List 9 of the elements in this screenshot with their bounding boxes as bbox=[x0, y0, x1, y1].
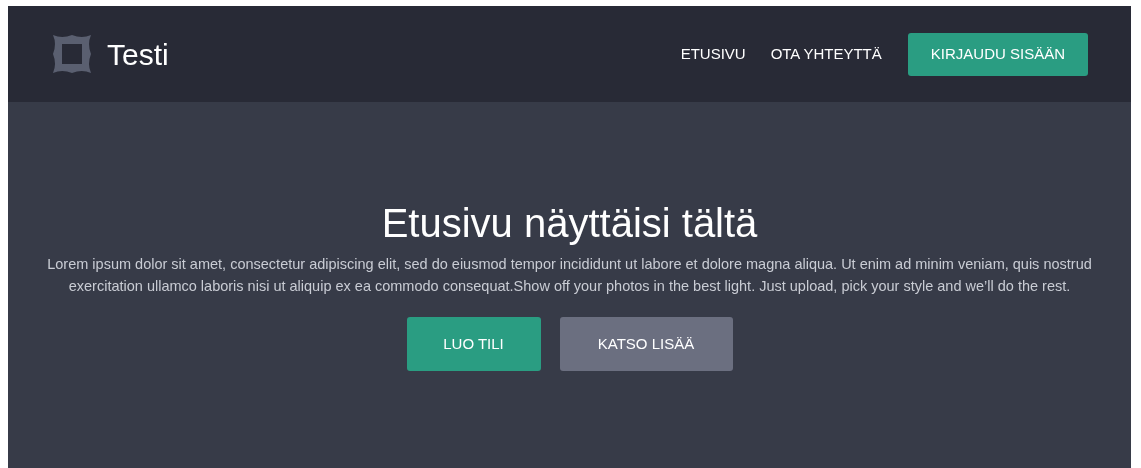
logo-text: Testi bbox=[107, 36, 169, 73]
nav-link[interactable]: OTA YHTEYTTÄ bbox=[770, 42, 882, 66]
login-button[interactable]: KIRJAUDU SISÄÄN bbox=[907, 32, 1088, 76]
hero-title: Etusivu näyttäisi tältä bbox=[381, 200, 758, 247]
frame-icon bbox=[51, 33, 93, 75]
read-more-button[interactable]: KATSO LISÄÄ bbox=[559, 317, 733, 371]
create-account-button[interactable]: LUO TILI bbox=[406, 317, 541, 371]
hero-text: Lorem ipsum dolor sit amet, consectetur adipiscing elit, sed do eiusmod tempor incididunt ut labore et dolore magna aliqua. Ut enim ad minim veniam, quis nostrud exercitation ullamco laboris nisi ut aliquip ex ea commodo consequat.Show off your photos in the best light. Just upload, pick your style and we’ll do the rest. bbox=[46, 255, 1093, 296]
nav-link[interactable]: ETUSIVU bbox=[680, 42, 746, 66]
